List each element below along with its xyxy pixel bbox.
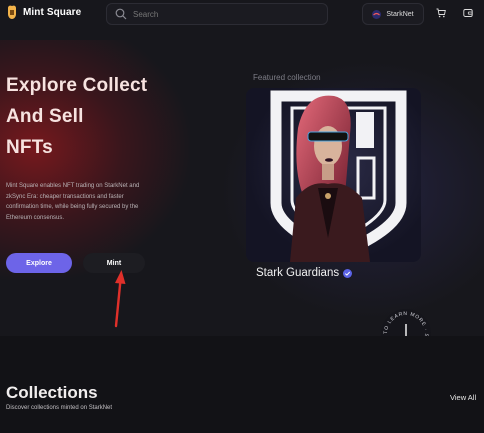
stark-guardian-artwork (270, 90, 407, 262)
hero-title-line: And Sell (6, 106, 84, 127)
search-placeholder: Search (133, 9, 159, 19)
search-icon (115, 8, 127, 20)
top-navbar: Mint Square Search StarkNet (0, 0, 484, 28)
hero-title-line: NFTs (6, 137, 53, 158)
featured-label: Featured collection (253, 73, 321, 82)
featured-collection-name[interactable]: Stark Guardians (256, 267, 353, 279)
wallet-icon (463, 9, 473, 17)
logo[interactable]: Mint Square (6, 5, 81, 19)
network-label: StarkNet (386, 10, 414, 18)
explore-button[interactable]: Explore (6, 253, 72, 273)
network-selector[interactable]: StarkNet (362, 3, 424, 25)
view-all-link[interactable]: View All (450, 393, 476, 402)
verified-icon (343, 268, 353, 278)
wallet-button[interactable] (458, 3, 478, 23)
featured-collection-image[interactable] (246, 88, 421, 262)
hero-title: Explore Collect And Sell NFTs (6, 70, 206, 163)
page: Mint Square Search StarkNet Explore Coll… (0, 0, 484, 433)
annotation-arrow (114, 270, 126, 328)
collection-name-text: Stark Guardians (256, 267, 340, 279)
collections-subtitle: Discover collections minted on StarkNet (6, 405, 113, 411)
hero-description: Mint Square enables NFT trading on Stark… (6, 183, 140, 221)
cart-button[interactable] (431, 3, 451, 23)
logo-text: Mint Square (23, 6, 82, 18)
collections-title: Collections (6, 383, 98, 402)
starknet-icon (372, 9, 382, 19)
cart-icon (436, 8, 446, 18)
hero-title-line: Explore Collect (6, 75, 148, 96)
search-input[interactable]: Search (106, 3, 328, 25)
logo-icon (8, 5, 16, 19)
